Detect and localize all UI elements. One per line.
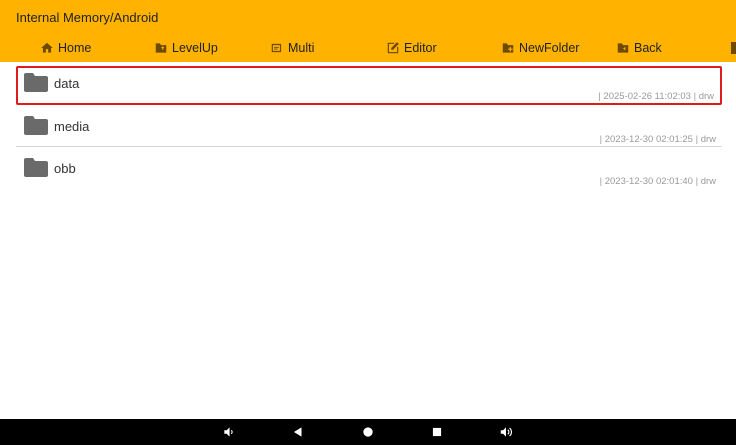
- file-name: data: [54, 76, 80, 91]
- folder-back-icon: [617, 43, 629, 53]
- editor-label: Editor: [404, 41, 437, 55]
- editor-button[interactable]: Editor: [386, 38, 437, 58]
- back-label: Back: [634, 41, 662, 55]
- folder-icon: [24, 73, 48, 92]
- home-button[interactable]: Home: [40, 38, 91, 58]
- file-row-obb[interactable]: obb | 2023-12-30 02:01:40 | drw: [16, 151, 722, 188]
- folder-up-icon: [155, 43, 167, 53]
- file-name: media: [54, 119, 90, 134]
- volume-up-icon[interactable]: [499, 425, 513, 439]
- back-icon[interactable]: [291, 425, 305, 439]
- action-toolbar: Home LevelUp Multi Editor NewFolder Back: [0, 38, 736, 58]
- file-meta: | 2025-02-26 11:02:03 | drw: [598, 91, 714, 102]
- multi-button[interactable]: Multi: [270, 38, 314, 58]
- home-label: Home: [58, 41, 92, 55]
- multi-select-icon: [271, 43, 282, 53]
- file-meta: | 2023-12-30 02:01:40 | drw: [599, 176, 716, 187]
- home-circle-icon[interactable]: [361, 425, 375, 439]
- system-navigation-bar: [0, 419, 736, 445]
- folder-icon: [24, 116, 48, 135]
- path-title: Internal Memory/Android: [16, 10, 159, 25]
- multi-label: Multi: [288, 41, 315, 55]
- toolbar-overflow-edge[interactable]: [731, 42, 736, 54]
- edit-icon: [387, 42, 399, 54]
- app-toolbar: Internal Memory/Android Home LevelUp Mul…: [0, 0, 736, 62]
- back-button[interactable]: Back: [616, 38, 662, 58]
- newfolder-button[interactable]: NewFolder: [501, 38, 579, 58]
- file-row-data[interactable]: data | 2025-02-26 11:02:03 | drw: [16, 66, 722, 105]
- levelup-label: LevelUp: [172, 41, 218, 55]
- recents-icon[interactable]: [430, 425, 444, 439]
- folder-icon: [24, 158, 48, 177]
- home-icon: [41, 42, 53, 53]
- file-meta: | 2023-12-30 02:01:25 | drw: [599, 134, 716, 145]
- newfolder-label: NewFolder: [519, 41, 580, 55]
- file-name: obb: [54, 161, 76, 176]
- new-folder-icon: [502, 43, 514, 53]
- file-list: data | 2025-02-26 11:02:03 | drw media |…: [16, 66, 722, 192]
- volume-down-icon[interactable]: [222, 425, 236, 439]
- levelup-button[interactable]: LevelUp: [154, 38, 218, 58]
- file-row-media[interactable]: media | 2023-12-30 02:01:25 | drw: [16, 109, 722, 147]
